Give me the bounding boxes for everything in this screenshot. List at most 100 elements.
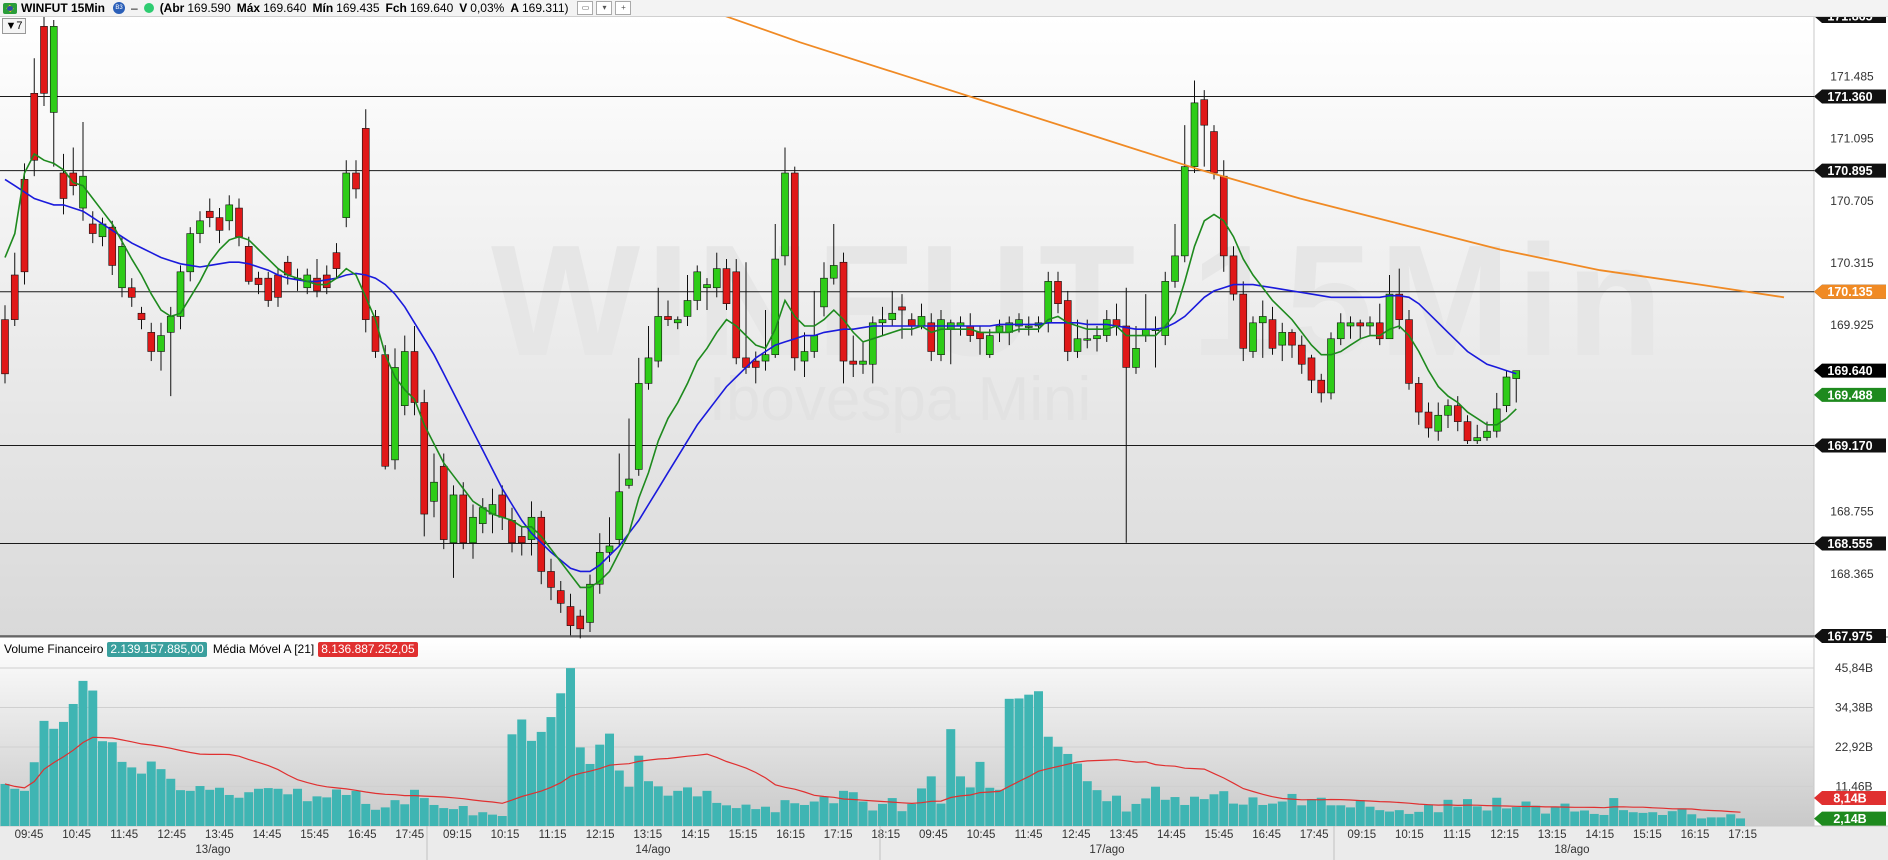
candle-body bbox=[1473, 437, 1482, 442]
volume-bar bbox=[1307, 799, 1316, 826]
candle-body bbox=[898, 306, 906, 311]
volume-bar bbox=[293, 788, 302, 826]
volume-bar bbox=[380, 807, 390, 826]
volume-bar bbox=[527, 740, 536, 826]
candle-body bbox=[868, 322, 877, 365]
candle-body bbox=[108, 226, 117, 266]
volume-bar bbox=[878, 803, 887, 826]
volume-bar bbox=[1024, 694, 1034, 826]
candle-body bbox=[878, 319, 887, 324]
volume-bar bbox=[1726, 814, 1736, 826]
volume-bar bbox=[1092, 790, 1102, 826]
volume-bar bbox=[1716, 817, 1726, 826]
candle-body bbox=[1385, 293, 1394, 340]
candle-body bbox=[1414, 383, 1423, 413]
candle-body bbox=[225, 204, 234, 222]
candle-body bbox=[1083, 338, 1092, 341]
volume-bar bbox=[205, 789, 215, 826]
volume-bar bbox=[1404, 813, 1414, 826]
candle bbox=[371, 310, 380, 358]
candle-body bbox=[1044, 281, 1053, 324]
time-axis-label: 15:15 bbox=[729, 829, 758, 841]
volume-bar bbox=[858, 801, 868, 826]
volume-bar bbox=[302, 801, 312, 826]
volume-bar bbox=[497, 816, 507, 826]
settings-icon[interactable]: ▾ bbox=[596, 1, 613, 15]
volume-bar bbox=[117, 761, 127, 826]
volume-bar bbox=[419, 798, 429, 826]
add-icon[interactable]: + bbox=[615, 1, 632, 15]
time-axis-label: 11:45 bbox=[110, 829, 138, 841]
volume-bar bbox=[176, 790, 185, 826]
candle-body bbox=[332, 252, 341, 269]
candle-body bbox=[40, 26, 48, 94]
candle-body bbox=[1483, 430, 1491, 438]
volume-bar bbox=[605, 733, 614, 826]
level-tag-label: 167.975 bbox=[1827, 630, 1872, 644]
low-label: Mín bbox=[312, 0, 334, 15]
candle-body bbox=[1093, 335, 1101, 340]
minimize-icon[interactable]: ▭ bbox=[577, 1, 594, 15]
level-tag-label: 171.360 bbox=[1827, 90, 1872, 104]
volume-bar bbox=[800, 804, 809, 826]
volume-value-badge: 2.139.157.885,00 bbox=[107, 642, 207, 657]
volume-bar bbox=[1268, 803, 1277, 826]
volume-bar bbox=[29, 762, 39, 826]
candle bbox=[732, 259, 741, 365]
volume-bar bbox=[59, 721, 68, 826]
time-axis-label: 14:45 bbox=[253, 829, 282, 841]
volume-bar bbox=[1355, 800, 1365, 826]
volume-bar bbox=[361, 803, 371, 826]
candle bbox=[381, 345, 390, 470]
candle-body bbox=[576, 615, 585, 630]
volume-bar bbox=[322, 797, 332, 826]
candle-body bbox=[693, 271, 702, 301]
volume-bar bbox=[965, 787, 975, 826]
volume-bar bbox=[741, 804, 751, 826]
time-axis-label: 15:45 bbox=[1205, 829, 1234, 841]
candle-body bbox=[215, 217, 224, 231]
volume-bar bbox=[98, 741, 107, 826]
candle-body bbox=[839, 261, 848, 362]
candle-body bbox=[1492, 408, 1501, 432]
candle-body bbox=[274, 274, 282, 298]
volume-axis-tick-label: 22,92B bbox=[1835, 740, 1873, 754]
time-axis-label: 17:45 bbox=[1300, 829, 1329, 841]
candle-body bbox=[634, 383, 643, 470]
volume-bar bbox=[595, 744, 605, 826]
volume-bar bbox=[1170, 797, 1180, 826]
candle bbox=[1210, 125, 1218, 180]
volume-bar bbox=[1589, 813, 1599, 826]
volume-bar bbox=[273, 788, 283, 826]
volume-axis-tick-label: 34,38B bbox=[1835, 701, 1873, 715]
period-selector[interactable]: ▼7 bbox=[2, 18, 26, 34]
candle-body bbox=[459, 494, 468, 544]
volume-bar bbox=[429, 804, 439, 826]
chart-canvas[interactable]: WINFUT 15MinIbovespa Mini 171.865171.360… bbox=[0, 0, 1888, 860]
volume-bar bbox=[185, 790, 195, 826]
volume-bar bbox=[1014, 698, 1024, 826]
symbol-label[interactable]: WINFUT 15Min bbox=[21, 1, 105, 16]
volume-bar bbox=[1550, 807, 1560, 826]
volume-bar bbox=[88, 690, 98, 826]
candle-body bbox=[88, 223, 97, 234]
candle-body bbox=[157, 335, 165, 352]
candle-body bbox=[1512, 370, 1521, 379]
time-axis-label: 13:15 bbox=[633, 829, 662, 841]
volume-bar bbox=[566, 668, 575, 826]
exchange-icon: B3 bbox=[113, 2, 125, 14]
chevron-down-icon: ▼ bbox=[5, 20, 17, 32]
volume-bar bbox=[1034, 691, 1043, 826]
volume-bar bbox=[1648, 812, 1658, 826]
candle-body bbox=[820, 277, 828, 308]
candle-body bbox=[586, 583, 594, 623]
candle-body bbox=[1434, 414, 1443, 432]
volume-bar bbox=[1219, 791, 1229, 826]
time-axis-label: 13:45 bbox=[205, 829, 234, 841]
candle-body bbox=[508, 520, 516, 544]
volume-bar bbox=[1385, 811, 1394, 826]
time-axis-label: 09:15 bbox=[443, 829, 472, 841]
volume-bar bbox=[585, 763, 595, 826]
volume-bar bbox=[1463, 799, 1472, 826]
volume-bar bbox=[146, 761, 156, 826]
